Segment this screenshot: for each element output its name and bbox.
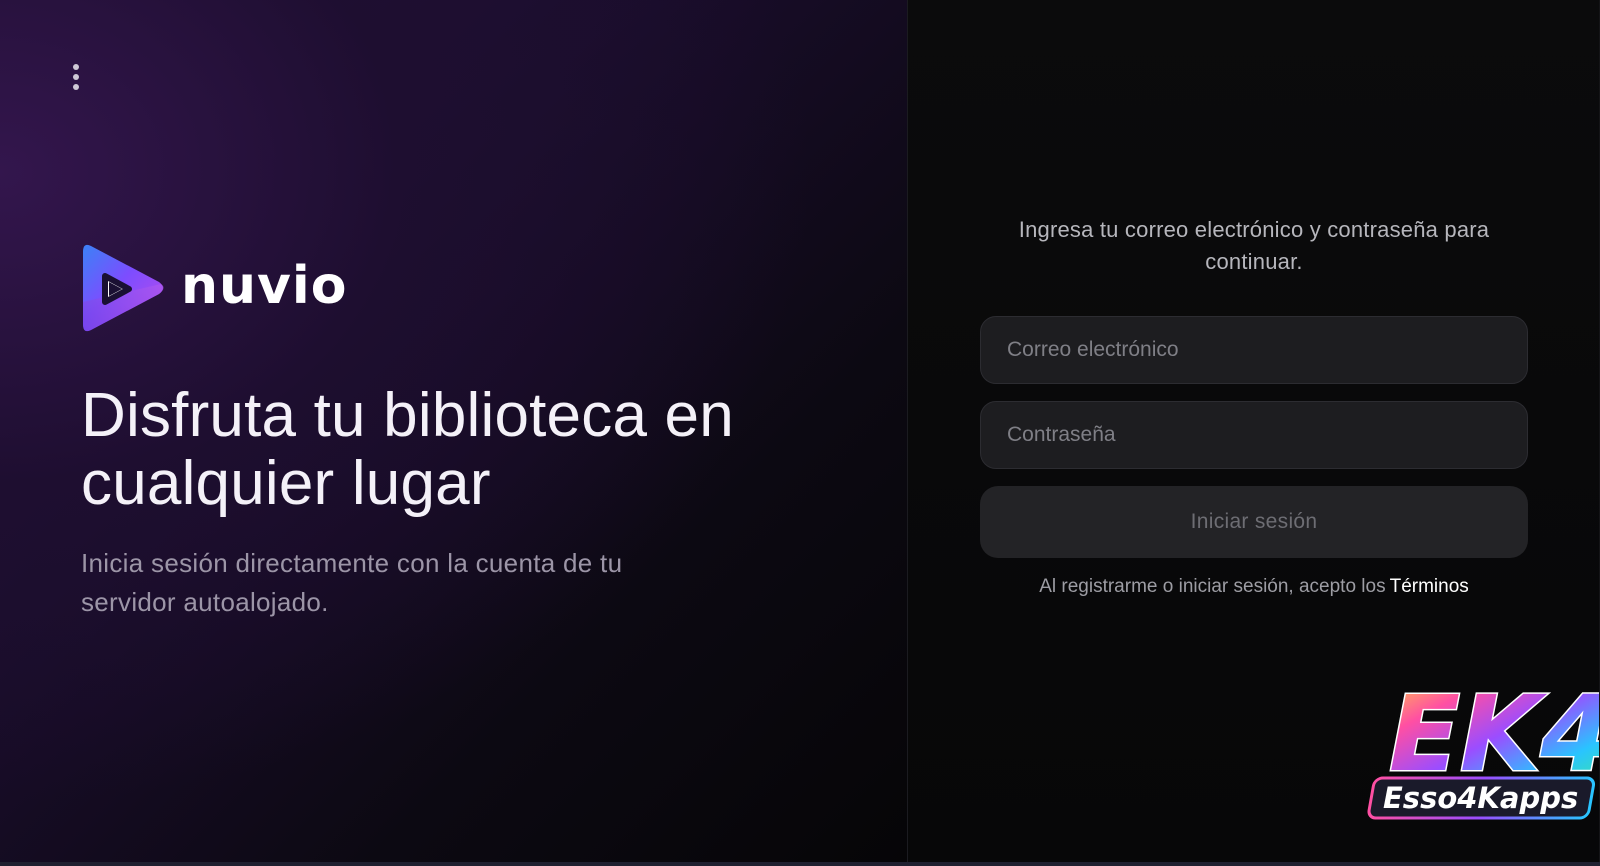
hero-panel: nuvio Disfruta tu biblioteca en cualquie… <box>0 0 908 862</box>
password-field[interactable] <box>1005 402 1503 468</box>
brand: nuvio <box>81 242 347 334</box>
terms-notice: Al registrarme o iniciar sesión, acepto … <box>980 576 1528 598</box>
terms-text: Al registrarme o iniciar sesión, acepto … <box>1039 576 1386 597</box>
login-intro: Ingresa tu correo electrónico y contrase… <box>1018 217 1490 274</box>
more-menu-button[interactable] <box>64 62 88 92</box>
email-field[interactable] <box>1005 317 1503 383</box>
watermark-name: Esso4Kapps <box>1383 781 1578 815</box>
login-panel: Ingresa tu correo electrónico y contrase… <box>908 0 1600 862</box>
sign-in-button[interactable]: Iniciar sesión <box>980 486 1528 558</box>
play-triangle-logo-icon <box>83 244 164 332</box>
hero-headline: Disfruta tu biblioteca en cualquier luga… <box>81 381 734 518</box>
terms-link[interactable]: Términos <box>1390 576 1469 597</box>
hero-subline: Inicia sesión directamente con la cuenta… <box>81 548 623 617</box>
bottom-border <box>0 862 1600 866</box>
more-vertical-icon <box>73 64 79 90</box>
password-field-container <box>980 401 1528 469</box>
brand-name: nuvio <box>181 256 348 316</box>
email-field-container <box>980 316 1528 384</box>
app-window: nuvio Disfruta tu biblioteca en cualquie… <box>0 0 1600 866</box>
watermark-logo: EK4 Esso4Kapps <box>1367 672 1599 820</box>
login-form: Ingresa tu correo electrónico y contrase… <box>980 214 1528 598</box>
